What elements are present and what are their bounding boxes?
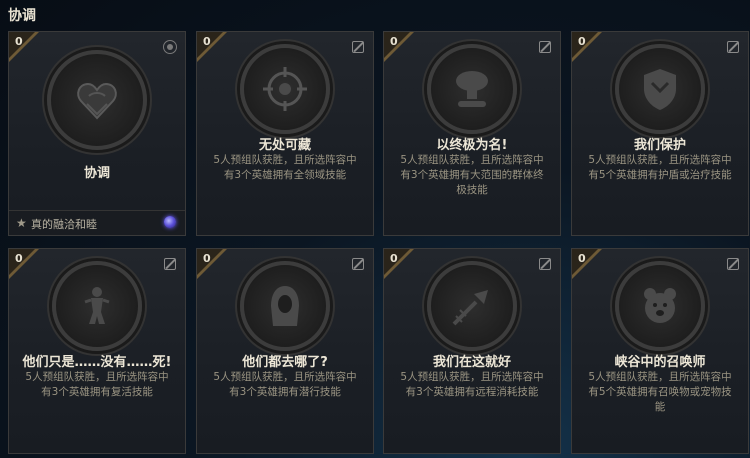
progress-count: 0 bbox=[390, 35, 398, 48]
section-title: 协调 bbox=[8, 8, 36, 24]
card-title: 他们只是……没有……死! bbox=[22, 355, 172, 370]
challenge-card-ultimate[interactable]: 0 以终极为名! 5人预组队获胜，且所选阵容中有3个英雄拥有大范围的群体终极技能 bbox=[383, 31, 561, 236]
resurrect-figure-icon bbox=[52, 261, 142, 351]
card-title: 协调 bbox=[83, 166, 110, 181]
shield-crest-icon bbox=[615, 44, 705, 134]
mushroom-cloud-icon bbox=[427, 44, 517, 134]
card-description: 5人预组队获胜，且所选阵容中有3个英雄拥有远程消耗技能 bbox=[400, 371, 544, 398]
challenge-card-we-protect[interactable]: 0 我们保护 5人预组队获胜，且所选阵容中有5个英雄拥有护盾或治疗技能 bbox=[571, 31, 749, 236]
progress-count: 0 bbox=[578, 35, 586, 48]
progress-count: 0 bbox=[203, 35, 211, 48]
card-title: 无处可藏 bbox=[258, 138, 311, 153]
challenge-card-where-gone[interactable]: 0 他们都去哪了? 5人预组队获胜，且所选阵容中有3个英雄拥有潜行技能 bbox=[196, 248, 374, 454]
challenge-card-harmony[interactable]: 0 协调 ★ 真的融洽和睦 bbox=[8, 31, 186, 236]
slash-toggle-icon[interactable] bbox=[727, 258, 739, 270]
star-person-icon: ★ bbox=[16, 216, 27, 230]
slash-toggle-icon[interactable] bbox=[727, 41, 739, 53]
slash-toggle-icon[interactable] bbox=[352, 41, 364, 53]
progress-count: 0 bbox=[390, 252, 398, 265]
orb-icon bbox=[164, 216, 176, 228]
progress-count: 0 bbox=[15, 252, 23, 265]
projectile-icon bbox=[427, 261, 517, 351]
progress-count: 0 bbox=[15, 35, 23, 48]
card-title: 峡谷中的召唤师 bbox=[614, 355, 706, 370]
challenge-card-summoner[interactable]: 0 峡谷中的召唤师 5人预组队获胜，且所选阵容中有5个英雄拥有召唤物或宠物技能 bbox=[571, 248, 749, 454]
card-description: 5人预组队获胜，且所选阵容中有3个英雄拥有复活技能 bbox=[25, 371, 169, 398]
card-description: 5人预组队获胜，且所选阵容中有3个英雄拥有大范围的群体终极技能 bbox=[400, 154, 544, 196]
reward-label: 真的融洽和睦 bbox=[31, 218, 97, 231]
bear-icon bbox=[615, 261, 705, 351]
slash-toggle-icon[interactable] bbox=[164, 258, 176, 270]
card-description: 5人预组队获胜，且所选阵容中有3个英雄拥有全领域技能 bbox=[213, 154, 357, 181]
challenge-card-no-hiding[interactable]: 0 无处可藏 5人预组队获胜，且所选阵容中有3个英雄拥有全领域技能 bbox=[196, 31, 374, 236]
card-description: 5人预组队获胜，且所选阵容中有5个英雄拥有召唤物或宠物技能 bbox=[588, 371, 732, 413]
progress-count: 0 bbox=[578, 252, 586, 265]
card-title: 以终极为名! bbox=[436, 138, 508, 153]
hooded-figure-icon bbox=[240, 261, 330, 351]
challenge-card-not-dead[interactable]: 0 他们只是……没有……死! 5人预组队获胜，且所选阵容中有3个英雄拥有复活技能 bbox=[8, 248, 186, 454]
slash-toggle-icon[interactable] bbox=[539, 41, 551, 53]
slash-toggle-icon[interactable] bbox=[352, 258, 364, 270]
card-description: 5人预组队获胜，且所选阵容中有3个英雄拥有潜行技能 bbox=[213, 371, 357, 398]
slash-toggle-icon[interactable] bbox=[539, 258, 551, 270]
card-title: 我们保护 bbox=[633, 138, 686, 153]
heart-emblem-icon bbox=[47, 50, 147, 150]
card-title: 他们都去哪了? bbox=[242, 355, 328, 370]
challenge-card-stay-here[interactable]: 0 我们在这就好 5人预组队获胜，且所选阵容中有3个英雄拥有远程消耗技能 bbox=[383, 248, 561, 454]
reward-bar: ★ 真的融洽和睦 bbox=[9, 210, 185, 235]
card-title: 我们在这就好 bbox=[432, 355, 511, 370]
progress-count: 0 bbox=[203, 252, 211, 265]
crosshair-icon bbox=[240, 44, 330, 134]
card-description: 5人预组队获胜，且所选阵容中有5个英雄拥有护盾或治疗技能 bbox=[588, 154, 732, 181]
target-icon[interactable] bbox=[163, 40, 177, 54]
